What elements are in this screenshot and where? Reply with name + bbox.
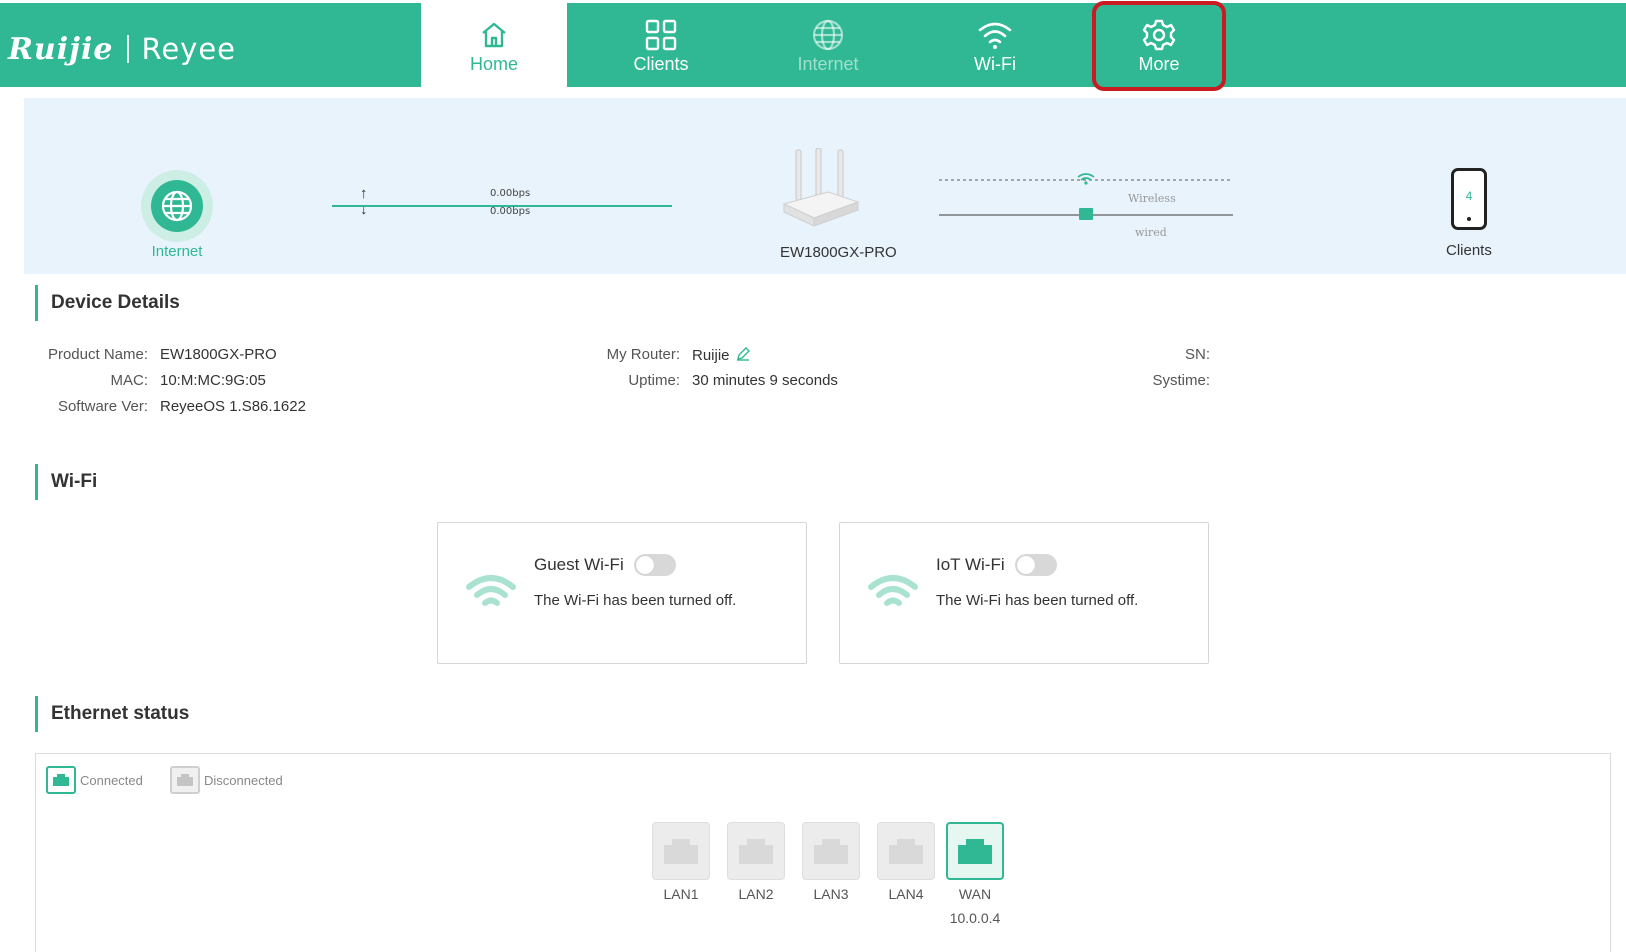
clients-count: 4 xyxy=(1465,189,1473,203)
logo-reyee-text: Reyee xyxy=(141,32,237,66)
device-details-title: Device Details xyxy=(35,285,180,321)
systime-label: Systime: xyxy=(1152,372,1210,389)
my-router-label: My Router: xyxy=(606,346,680,363)
guest-wifi-card: Guest Wi-Fi The Wi-Fi has been turned of… xyxy=(437,522,807,664)
port-lan4[interactable] xyxy=(877,822,935,880)
wireless-link-icon xyxy=(1077,173,1095,185)
guest-wifi-status: The Wi-Fi has been turned off. xyxy=(534,592,737,609)
gear-icon xyxy=(1142,18,1176,52)
guest-wifi-icon xyxy=(466,575,516,606)
wired-label: wired xyxy=(1135,226,1167,239)
nav-internet[interactable]: Internet xyxy=(755,3,901,87)
wan-ip-address: 10.0.0.4 xyxy=(949,910,1001,926)
brand-logo: Ruijie Reyee xyxy=(8,29,236,69)
nav-wifi[interactable]: Wi-Fi xyxy=(922,3,1068,87)
nav-more[interactable]: More xyxy=(1086,3,1232,87)
wireless-label: Wireless xyxy=(1128,192,1176,205)
ethernet-port-icon xyxy=(889,839,923,864)
port-lan3-label: LAN3 xyxy=(813,886,849,902)
mac-label: MAC: xyxy=(110,372,149,389)
client-links xyxy=(939,173,1233,220)
port-lan3[interactable] xyxy=(802,822,860,880)
top-navigation-bar: Ruijie Reyee Home Clients Internet Wi-Fi… xyxy=(0,3,1626,87)
edit-pencil-icon[interactable] xyxy=(736,347,750,365)
uptime-label: Uptime: xyxy=(628,372,680,389)
mac-value: 10:M:MC:9G:05 xyxy=(160,372,266,389)
logo-ruijie-text: Ruijie xyxy=(8,31,114,67)
iot-wifi-toggle[interactable] xyxy=(1015,554,1057,576)
download-rate: 0.00bps xyxy=(490,206,531,217)
uptime-value: 30 minutes 9 seconds xyxy=(692,372,838,389)
port-lan1-label: LAN1 xyxy=(663,886,699,902)
legend-connected: Connected xyxy=(46,766,143,794)
upload-rate: 0.00bps xyxy=(490,188,531,199)
my-router-value[interactable]: Ruijie xyxy=(692,347,730,364)
product-name-value: EW1800GX-PRO xyxy=(160,346,277,363)
grid-icon xyxy=(644,18,678,52)
logo-divider xyxy=(127,35,130,63)
wifi-icon xyxy=(978,18,1012,52)
iot-wifi-name: IoT Wi-Fi xyxy=(936,555,1005,574)
nav-wifi-label: Wi-Fi xyxy=(974,54,1016,74)
nav-internet-label: Internet xyxy=(797,54,859,74)
iot-wifi-icon xyxy=(868,575,918,606)
software-version-value: ReyeeOS 1.S86.1622 xyxy=(160,398,306,415)
legend-disconnected: Disconnected xyxy=(170,766,283,794)
guest-wifi-name: Guest Wi-Fi xyxy=(534,555,624,574)
ethernet-port-icon xyxy=(739,839,773,864)
ethernet-port-icon xyxy=(958,839,992,864)
iot-wifi-card: IoT Wi-Fi The Wi-Fi has been turned off. xyxy=(839,522,1209,664)
nav-clients-label: Clients xyxy=(633,54,689,74)
ethernet-port-icon xyxy=(664,839,698,864)
nav-more-label: More xyxy=(1138,54,1180,74)
iot-wifi-status: The Wi-Fi has been turned off. xyxy=(936,592,1139,609)
router-model-label: EW1800GX-PRO xyxy=(780,244,897,261)
sn-label: SN: xyxy=(1184,346,1210,363)
nav-home-label: Home xyxy=(469,54,518,74)
wifi-section-title: Wi-Fi xyxy=(35,464,97,500)
port-lan4-label: LAN4 xyxy=(888,886,924,902)
home-icon xyxy=(477,18,511,52)
wired-link-icon xyxy=(1079,208,1093,220)
nav-clients[interactable]: Clients xyxy=(588,3,734,87)
topology-internet-node[interactable]: Internet xyxy=(141,170,213,260)
disconnected-port-icon xyxy=(170,766,200,794)
upload-arrow-icon: ↑ xyxy=(360,185,368,202)
clients-label: Clients xyxy=(1446,242,1492,259)
guest-wifi-toggle[interactable] xyxy=(634,554,676,576)
router-image xyxy=(782,148,860,227)
port-lan1[interactable] xyxy=(652,822,710,880)
internet-globe-icon xyxy=(151,180,203,232)
clients-phone-icon[interactable]: 4 xyxy=(1451,168,1487,230)
port-wan[interactable] xyxy=(946,822,1004,880)
globe-icon xyxy=(811,18,845,52)
port-lan2[interactable] xyxy=(727,822,785,880)
internet-label: Internet xyxy=(151,243,203,260)
connected-port-icon xyxy=(46,766,76,794)
software-version-label: Software Ver: xyxy=(57,398,148,415)
port-wan-label: WAN xyxy=(958,886,992,902)
product-name-label: Product Name: xyxy=(47,346,148,363)
ethernet-status-panel: Connected Disconnected LAN1 LAN2 LAN3 LA… xyxy=(35,753,1611,952)
network-topology-panel: Internet ↑ ↓ 0.00bps 0.00bps EW1800GX-PR… xyxy=(24,98,1626,274)
ethernet-section-title: Ethernet status xyxy=(35,696,189,732)
nav-home[interactable]: Home xyxy=(421,3,567,87)
ethernet-port-icon xyxy=(814,839,848,864)
port-lan2-label: LAN2 xyxy=(738,886,774,902)
